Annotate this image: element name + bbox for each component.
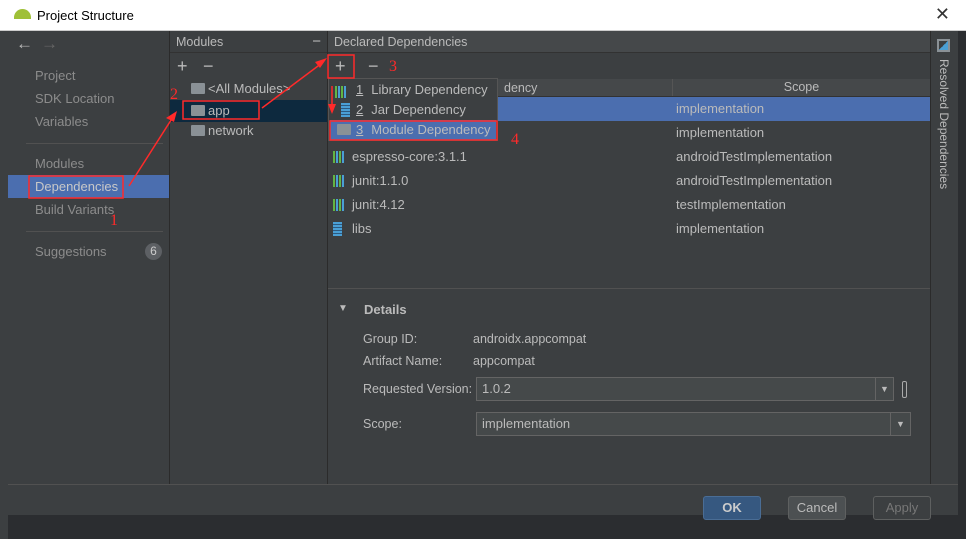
requested-version-label: Requested Version:	[363, 382, 473, 396]
dependency-scope: testImplementation	[676, 197, 786, 212]
dependency-scope: androidTestImplementation	[676, 173, 833, 188]
scope-value: implementation	[482, 416, 571, 431]
divider	[328, 288, 930, 289]
remove-module-button[interactable]: −	[203, 56, 214, 77]
module-label: app	[208, 103, 230, 118]
annotation-number-3: 3	[389, 58, 397, 75]
divider	[26, 143, 163, 144]
annotation-number-4: 4	[511, 131, 519, 148]
sidebar-item-sdk-location[interactable]: SDK Location	[8, 87, 169, 110]
artifact-name-value: appcompat	[473, 354, 535, 368]
dependency-name: libs	[352, 221, 372, 236]
menu-item-library-dependency[interactable]: 1 Library Dependency	[330, 80, 496, 100]
chevron-down-icon[interactable]: ▼	[875, 378, 893, 400]
dependency-name: espresso-core:3.1.1	[352, 149, 467, 164]
divider	[26, 231, 163, 232]
modules-panel: Modules − + − <All Modules> app network	[170, 31, 328, 484]
table-row[interactable]: libs implementation	[328, 217, 930, 241]
module-label: network	[208, 123, 254, 138]
annotation-number-2: 2	[170, 86, 178, 103]
dependency-name: junit:1.1.0	[352, 173, 409, 188]
ok-button[interactable]: OK	[703, 496, 761, 520]
background-ide	[0, 31, 8, 539]
annotation-number-1: 1	[110, 212, 118, 229]
library-module-icon	[191, 125, 205, 136]
version-combo[interactable]: 1.0.2 ▼	[476, 377, 894, 401]
group-id-label: Group ID:	[363, 332, 418, 346]
chevron-down-icon[interactable]: ▼	[890, 413, 910, 435]
table-row[interactable]: junit:4.12 testImplementation	[328, 193, 930, 217]
suggestions-badge: 6	[145, 243, 162, 260]
jar-icon	[333, 222, 342, 236]
module-item-all[interactable]: <All Modules>	[170, 78, 327, 100]
deps-title: Declared Dependencies	[334, 35, 468, 49]
version-info-icon[interactable]	[902, 381, 907, 398]
forward-button[interactable]: →	[41, 34, 58, 54]
add-dependency-button[interactable]: +	[335, 56, 346, 77]
sidebar-item-build-variants[interactable]: Build Variants	[8, 198, 169, 221]
collapse-button[interactable]: −	[312, 31, 321, 53]
module-folder-icon	[191, 105, 205, 116]
modules-header: Modules −	[170, 31, 327, 53]
cancel-button[interactable]: Cancel	[788, 496, 846, 520]
module-item-app[interactable]: app	[170, 100, 327, 122]
deps-header: Declared Dependencies	[328, 31, 930, 53]
menu-item-jar-dependency[interactable]: 2 Jar Dependency	[330, 100, 496, 120]
resolved-dependencies-tab[interactable]: Resolved Dependencies	[937, 59, 951, 189]
scope-combo[interactable]: implementation ▼	[476, 412, 911, 436]
right-tool-strip: Resolved Dependencies	[930, 31, 958, 484]
apply-button[interactable]: Apply	[873, 496, 931, 520]
artifact-name-label: Artifact Name:	[363, 354, 443, 368]
dependency-scope: implementation	[676, 101, 765, 116]
android-icon	[14, 9, 31, 19]
sidebar-item-variables[interactable]: Variables	[8, 110, 169, 133]
collapse-triangle-icon[interactable]: ▼	[338, 303, 348, 314]
add-dependency-menu: 1 Library Dependency 2 Jar Dependency 3 Mod…	[328, 78, 498, 141]
table-row[interactable]: espresso-core:3.1.1 androidTestImplementa…	[328, 145, 930, 169]
library-icon	[335, 86, 347, 98]
scope-label: Scope:	[363, 417, 402, 431]
library-icon	[333, 199, 345, 211]
column-scope[interactable]: Scope	[672, 79, 930, 96]
modules-title: Modules	[176, 35, 224, 49]
version-value: 1.0.2	[482, 381, 511, 396]
remove-dependency-button[interactable]: −	[368, 56, 379, 77]
jar-icon	[341, 103, 350, 117]
module-label: <All Modules>	[208, 81, 291, 96]
library-icon	[333, 175, 345, 187]
table-row[interactable]: junit:1.1.0 androidTestImplementation	[328, 169, 930, 193]
menu-item-module-dependency[interactable]: 3 Module Dependency	[330, 120, 496, 140]
sidebar-item-dependencies[interactable]: Dependencies	[8, 175, 169, 198]
library-icon	[333, 151, 345, 163]
modules-folder-icon	[191, 83, 205, 94]
back-button[interactable]: ←	[16, 34, 33, 54]
sidebar-item-project[interactable]: Project	[8, 64, 169, 87]
close-button[interactable]: ✕	[935, 4, 950, 25]
add-module-button[interactable]: +	[177, 56, 188, 77]
dependency-name: junit:4.12	[352, 197, 405, 212]
sidebar-item-suggestions[interactable]: Suggestions 6	[8, 240, 169, 263]
module-icon	[337, 124, 351, 135]
dependency-scope: implementation	[676, 125, 765, 140]
sidebar-item-modules[interactable]: Modules	[8, 152, 169, 175]
group-id-value: androidx.appcompat	[473, 332, 587, 346]
dependency-scope: implementation	[676, 221, 765, 236]
module-item-network[interactable]: network	[170, 120, 327, 142]
resolved-dependencies-icon	[937, 39, 950, 52]
window-title: Project Structure	[37, 8, 134, 23]
sidebar: ← → Project SDK Location Variables Modul…	[8, 31, 170, 484]
details-title: Details	[364, 302, 407, 317]
suggestions-label: Suggestions	[35, 244, 107, 259]
title-bar: Project Structure ✕	[0, 0, 966, 31]
dependency-scope: androidTestImplementation	[676, 149, 833, 164]
column-dependency[interactable]: dency	[504, 81, 537, 95]
